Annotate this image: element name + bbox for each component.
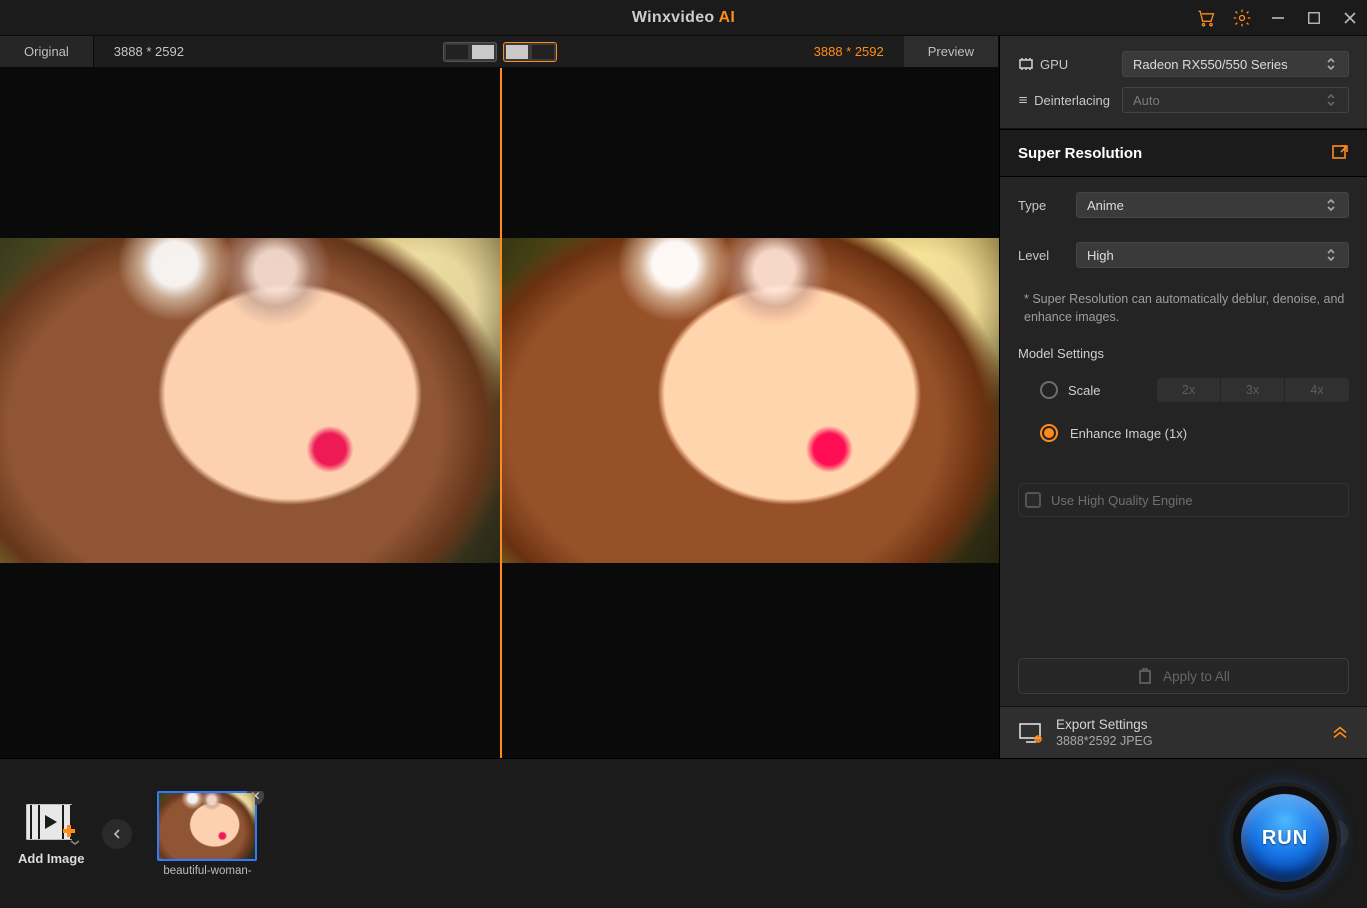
split-mode-right[interactable]: [503, 42, 557, 62]
super-resolution-note: * Super Resolution can automatically deb…: [1018, 291, 1349, 332]
export-detail: 3888*2592 JPEG: [1056, 734, 1153, 748]
preview-tab-label: Preview: [928, 44, 974, 59]
gpu-select[interactable]: Radeon RX550/550 Series: [1122, 51, 1349, 77]
close-button[interactable]: [1339, 7, 1361, 29]
run-button[interactable]: RUN: [1233, 786, 1337, 890]
enhanced-image: [500, 238, 1000, 563]
enhance-radio[interactable]: [1040, 424, 1058, 442]
scale-label: Scale: [1068, 383, 1101, 398]
title-bar: WinxvideoAI: [0, 0, 1367, 36]
split-view-toggle: [443, 42, 557, 62]
preview-canvas[interactable]: [0, 68, 999, 758]
gpu-icon: [1018, 56, 1034, 72]
split-mode-left[interactable]: [443, 42, 497, 62]
app-title: WinxvideoAI: [632, 9, 735, 27]
super-resolution-body: Type Anime Level High * Super Resolution…: [1000, 177, 1367, 531]
model-settings-title: Model Settings: [1018, 346, 1349, 361]
export-icon: [1018, 721, 1044, 745]
export-title: Export Settings: [1056, 717, 1153, 732]
window-controls: [1195, 0, 1361, 36]
super-resolution-header[interactable]: Super Resolution: [1000, 129, 1367, 177]
apply-to-all-label: Apply to All: [1163, 669, 1230, 684]
maximize-button[interactable]: [1303, 7, 1325, 29]
export-text: Export Settings 3888*2592 JPEG: [1056, 717, 1153, 748]
scale-opt-2x[interactable]: 2x: [1157, 378, 1221, 402]
run-label: RUN: [1262, 827, 1308, 850]
side-spacer: [1000, 531, 1367, 646]
minimize-button[interactable]: [1267, 7, 1289, 29]
chevron-double-up-icon: [1331, 721, 1349, 744]
level-label: Level: [1018, 248, 1064, 263]
deinterlace-icon: [1018, 92, 1028, 108]
level-value: High: [1087, 248, 1114, 263]
chevron-updown-icon: [1324, 93, 1338, 107]
type-select[interactable]: Anime: [1076, 192, 1349, 218]
add-image-icon: [23, 801, 79, 845]
super-resolution-title: Super Resolution: [1018, 145, 1142, 162]
enhance-label: Enhance Image (1x): [1070, 426, 1187, 441]
scale-options: 2x 3x 4x: [1157, 378, 1349, 402]
type-label: Type: [1018, 198, 1064, 213]
export-settings-bar[interactable]: Export Settings 3888*2592 JPEG: [1000, 706, 1367, 758]
deinterlacing-select: Auto: [1122, 87, 1349, 113]
original-image: [0, 238, 500, 563]
prev-thumb-button[interactable]: [102, 819, 132, 849]
expand-icon: [1331, 144, 1349, 162]
chevron-updown-icon: [1324, 57, 1338, 71]
settings-icon[interactable]: [1231, 7, 1253, 29]
original-tab-label: Original: [24, 44, 69, 59]
deinterlacing-label-text: Deinterlacing: [1034, 93, 1110, 108]
scale-radio[interactable]: [1040, 381, 1058, 399]
app-title-suffix: AI: [718, 9, 735, 26]
apply-to-all-button[interactable]: Apply to All: [1018, 658, 1349, 694]
scale-opt-3x[interactable]: 3x: [1221, 378, 1285, 402]
original-tab[interactable]: Original: [0, 36, 94, 67]
enhance-row: Enhance Image (1x): [1018, 419, 1349, 447]
add-image-label: Add Image: [18, 851, 84, 866]
chevron-updown-icon: [1324, 198, 1338, 212]
thumbnail-filename: beautiful-woman-: [163, 865, 251, 877]
bottom-bar: Add Image ✕ beautiful-woman- RUN: [0, 758, 1367, 908]
preview-dimensions: 3888 * 2592: [794, 44, 904, 59]
gpu-label: GPU: [1018, 56, 1110, 72]
scale-row: Scale 2x 3x 4x: [1018, 375, 1349, 405]
app-title-name: Winxvideo: [632, 9, 715, 26]
preview-tab[interactable]: Preview: [904, 36, 999, 67]
thumbnail-strip: ✕ beautiful-woman-: [150, 791, 1301, 877]
original-dimensions: 3888 * 2592: [94, 44, 204, 59]
compare-divider[interactable]: [500, 68, 502, 758]
high-quality-row[interactable]: Use High Quality Engine: [1018, 483, 1349, 517]
cart-icon[interactable]: [1195, 7, 1217, 29]
side-panel: GPU Radeon RX550/550 Series Deinterlacin…: [999, 36, 1367, 758]
high-quality-checkbox[interactable]: [1025, 492, 1041, 508]
clipboard-icon: [1137, 668, 1153, 684]
thumbnail-image[interactable]: [157, 791, 257, 861]
preview-sub-header: Original 3888 * 2592 3888 * 2592 Preview: [0, 36, 999, 68]
level-select[interactable]: High: [1076, 242, 1349, 268]
add-image-button[interactable]: Add Image: [18, 801, 84, 866]
type-value: Anime: [1087, 198, 1124, 213]
deinterlacing-label: Deinterlacing: [1018, 92, 1110, 108]
deinterlacing-value: Auto: [1133, 93, 1160, 108]
gpu-label-text: GPU: [1040, 57, 1068, 72]
chevron-updown-icon: [1324, 248, 1338, 262]
scale-opt-4x[interactable]: 4x: [1285, 378, 1349, 402]
high-quality-label: Use High Quality Engine: [1051, 493, 1193, 508]
thumbnail-card[interactable]: ✕ beautiful-woman-: [154, 791, 260, 877]
gpu-value: Radeon RX550/550 Series: [1133, 57, 1288, 72]
preview-area: Original 3888 * 2592 3888 * 2592 Preview: [0, 36, 999, 758]
hardware-section: GPU Radeon RX550/550 Series Deinterlacin…: [1000, 36, 1367, 129]
main-row: Original 3888 * 2592 3888 * 2592 Preview: [0, 36, 1367, 758]
